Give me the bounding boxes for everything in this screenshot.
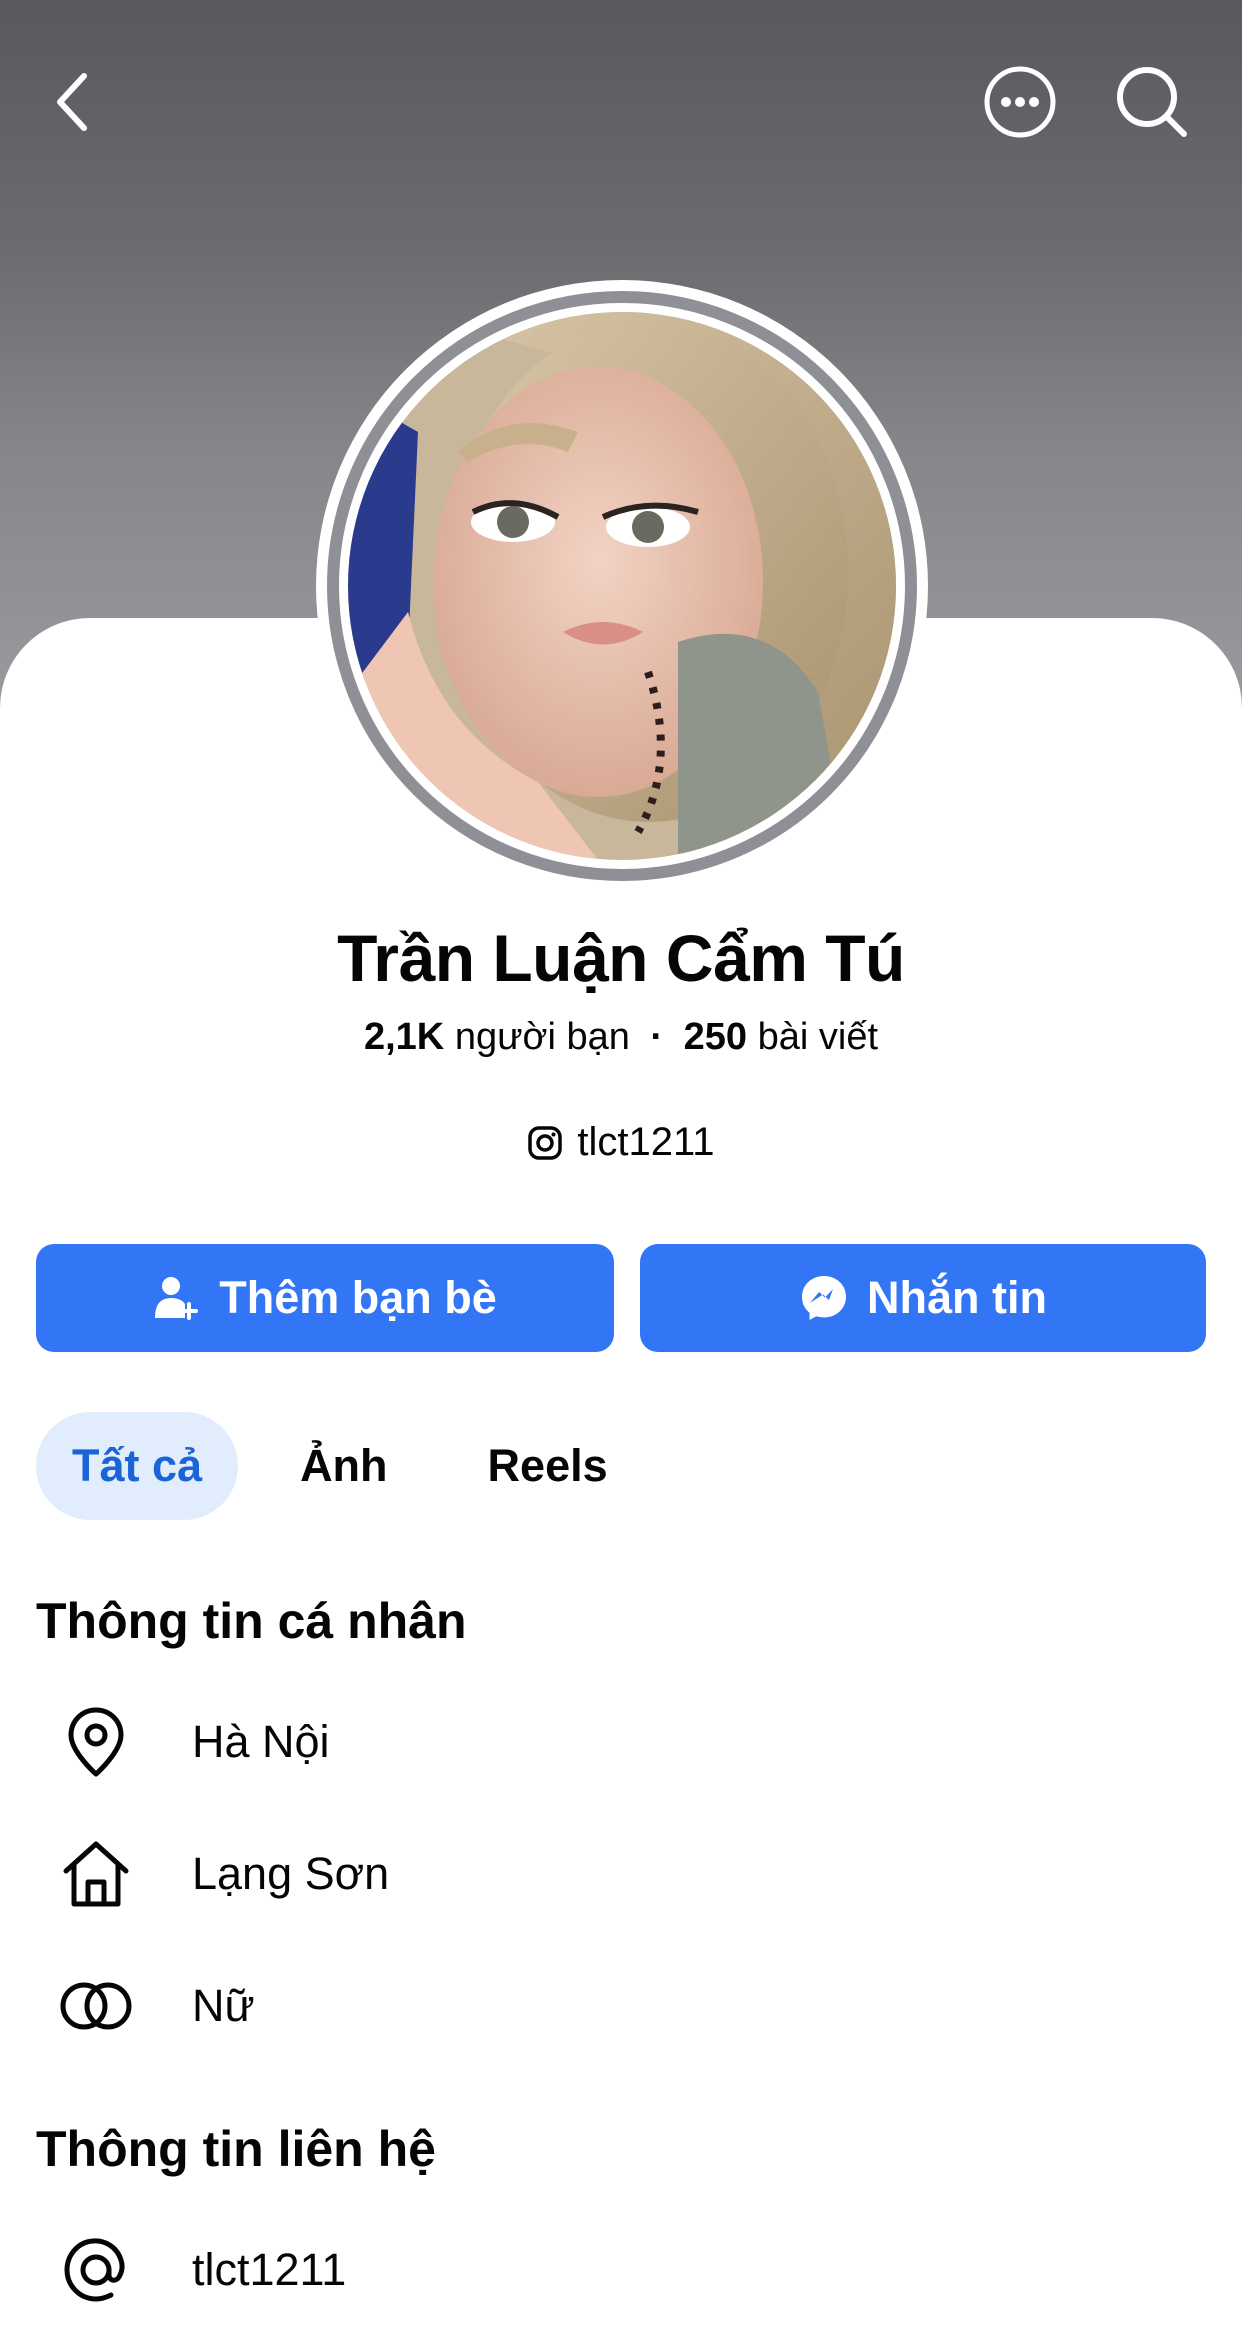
at-sign-icon	[56, 2230, 136, 2310]
tab-reels[interactable]: Reels	[452, 1412, 644, 1520]
contact-info-title: Thông tin liên hệ	[36, 2121, 436, 2177]
back-button[interactable]	[40, 62, 104, 142]
tab-photos[interactable]: Ảnh	[264, 1412, 423, 1520]
hometown-text: Lạng Sơn	[192, 1848, 390, 1899]
separator-dot: ·	[650, 1016, 664, 1058]
profile-name: Trần Luận Cẩm Tú	[337, 921, 905, 995]
profile-tabs: Tất cả Ảnh Reels	[36, 1412, 672, 1520]
message-label: Nhắn tin	[867, 1272, 1047, 1323]
profile-stats: 2,1K người bạn · 250 bài viết	[0, 1016, 1242, 1059]
profile-photo	[348, 312, 896, 860]
friends-label[interactable]: người bạn	[455, 1016, 630, 1058]
instagram-handle: tlct1211	[577, 1120, 715, 1164]
gender-text: Nữ	[192, 1980, 255, 2031]
story-ring	[327, 291, 917, 881]
posts-count: 250	[683, 1016, 748, 1058]
message-button[interactable]: Nhắn tin	[640, 1244, 1206, 1352]
messenger-icon	[802, 1276, 846, 1320]
search-button[interactable]	[1112, 62, 1192, 142]
location-text: Hà Nội	[192, 1716, 330, 1767]
more-circle-icon	[984, 66, 1056, 138]
instagram-icon	[528, 1125, 563, 1160]
more-options-button[interactable]	[982, 64, 1058, 140]
friends-count[interactable]: 2,1K	[364, 1016, 444, 1058]
info-row-hometown: Lạng Sơn	[0, 1824, 1242, 1924]
contact-handle-text: tlct1211	[192, 2244, 347, 2295]
tab-all[interactable]: Tất cả	[36, 1412, 239, 1520]
search-icon	[1117, 67, 1187, 137]
info-row-instagram[interactable]: tlct1211	[0, 2220, 1242, 2320]
home-icon	[56, 1834, 136, 1914]
info-row-gender: Nữ	[0, 1956, 1242, 2056]
info-row-location: Hà Nội	[0, 1692, 1242, 1792]
add-friend-icon	[155, 1277, 199, 1320]
gender-icon	[56, 1966, 136, 2046]
add-friend-button[interactable]: Thêm bạn bè	[36, 1244, 614, 1352]
location-pin-icon	[56, 1702, 136, 1782]
instagram-link[interactable]: tlct1211	[0, 1120, 1242, 1165]
avatar[interactable]	[316, 280, 928, 892]
add-friend-label: Thêm bạn bè	[219, 1272, 497, 1323]
chevron-left-icon	[57, 73, 87, 131]
posts-label: bài viết	[757, 1016, 879, 1058]
personal-info-title: Thông tin cá nhân	[36, 1593, 467, 1649]
